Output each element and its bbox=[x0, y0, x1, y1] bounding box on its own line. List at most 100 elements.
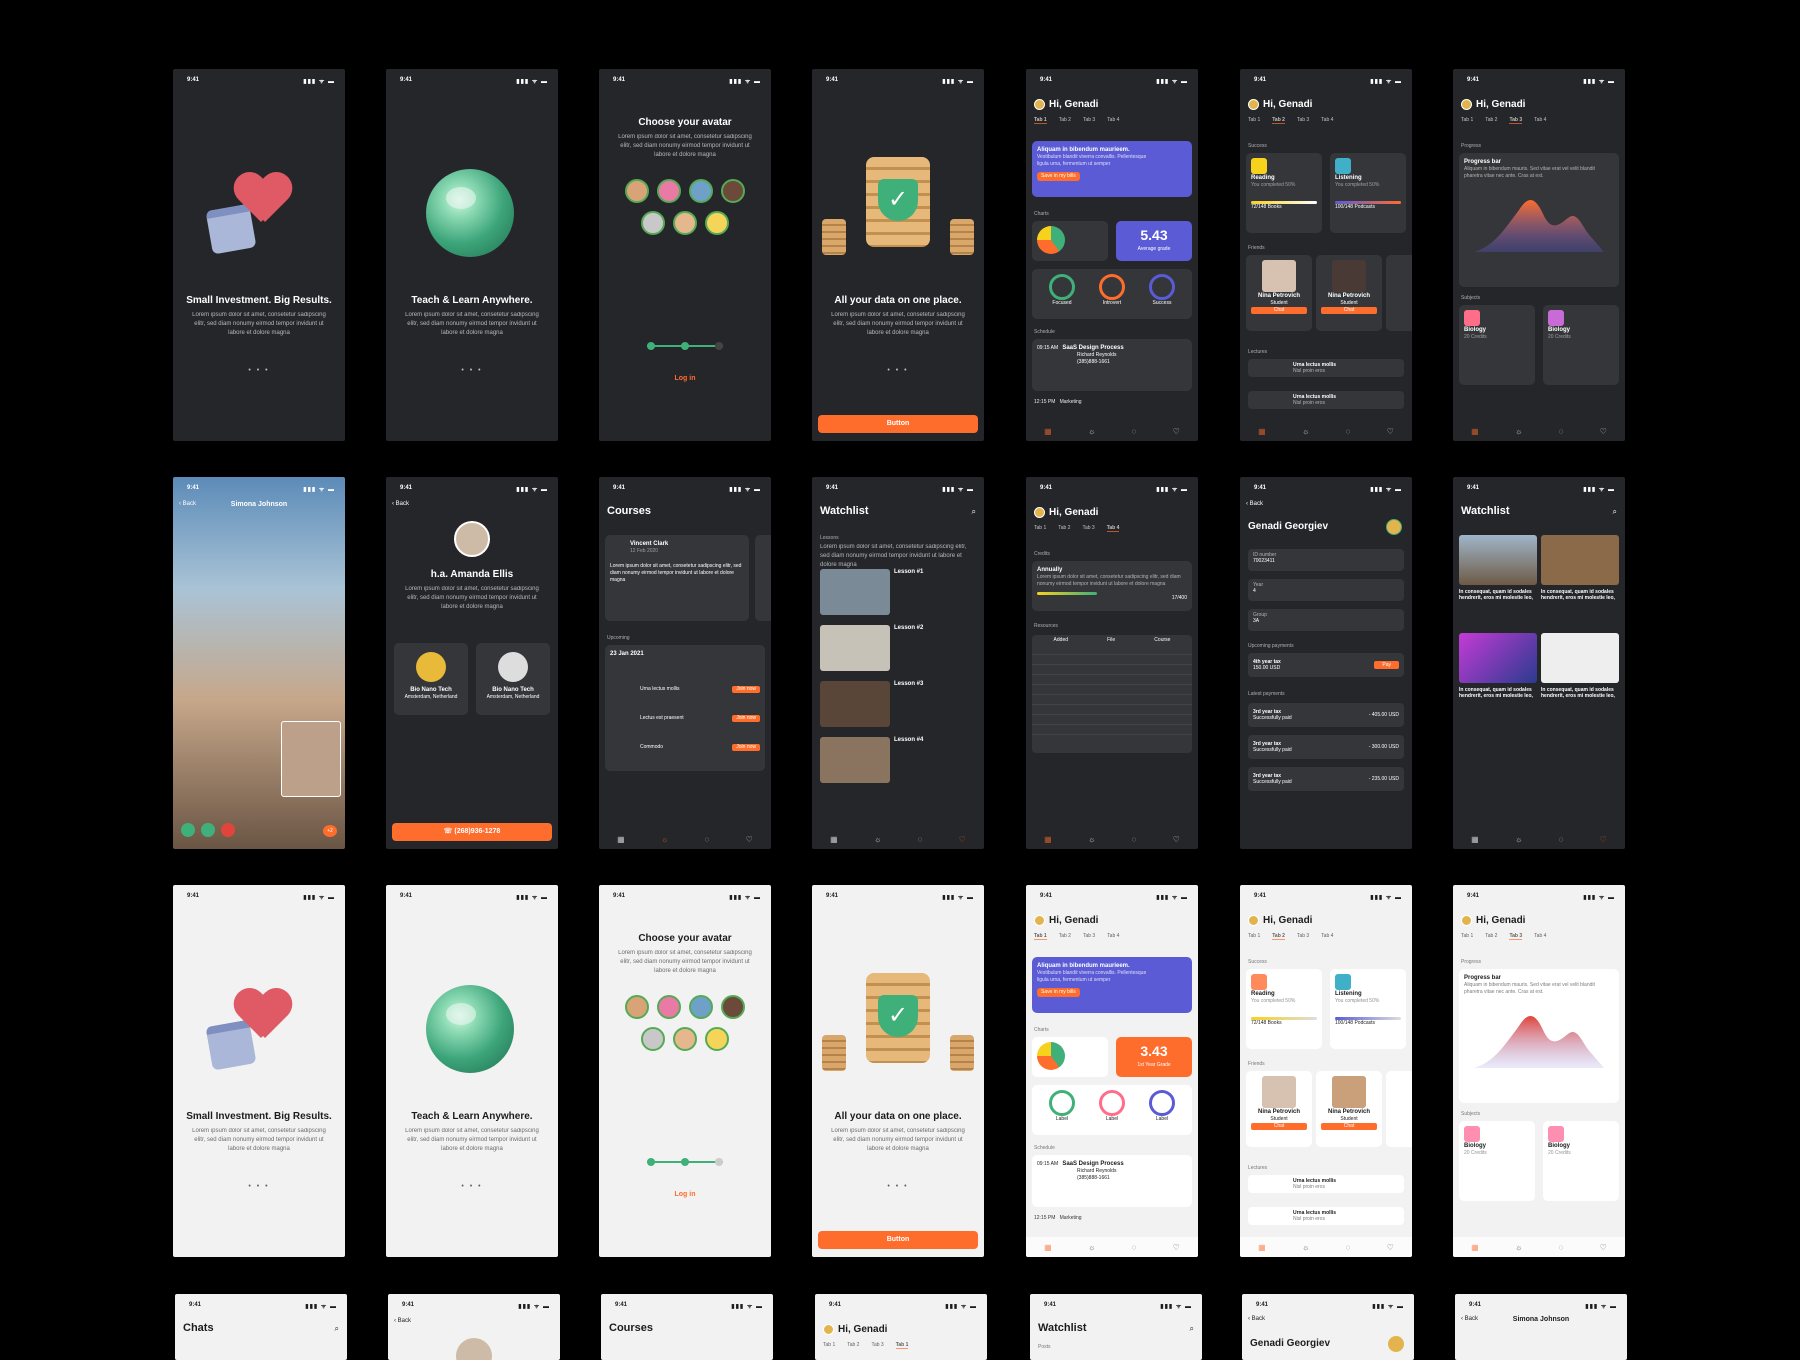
tab-4[interactable]: Tab 4 bbox=[1106, 525, 1120, 532]
avatar-option[interactable] bbox=[705, 1027, 729, 1051]
home-icon[interactable]: ▦ bbox=[617, 835, 625, 844]
tab-3[interactable]: Tab 3 bbox=[1082, 525, 1094, 532]
chat-icon[interactable]: ◌ bbox=[705, 835, 710, 844]
avatar-option[interactable] bbox=[673, 211, 697, 235]
search-icon[interactable]: ⌕ bbox=[1613, 507, 1617, 517]
chat-button[interactable]: Chat bbox=[1321, 1123, 1377, 1131]
payment-row[interactable]: 3rd year tax Successfully paid - 300.00 US… bbox=[1248, 735, 1404, 759]
tab-1[interactable]: Tab 1 bbox=[823, 1342, 835, 1349]
chat-button[interactable]: Chat bbox=[1321, 307, 1377, 315]
tab-3[interactable]: Tab 3 bbox=[1083, 117, 1095, 124]
avatar-option[interactable] bbox=[625, 995, 649, 1019]
bulb-icon[interactable]: ☼ bbox=[1302, 427, 1309, 436]
tab-3[interactable]: Tab 3 bbox=[1297, 117, 1309, 124]
bulb-icon[interactable]: ☼ bbox=[661, 835, 668, 844]
tab-1[interactable]: Tab 1 bbox=[895, 1342, 909, 1349]
avatar-option[interactable] bbox=[721, 995, 745, 1019]
tab-1[interactable]: Tab 1 bbox=[1034, 117, 1047, 124]
tab-3[interactable]: Tab 3 bbox=[1509, 933, 1523, 940]
tab-2[interactable]: Tab 2 bbox=[1059, 933, 1071, 940]
lesson-thumbnail[interactable] bbox=[820, 737, 890, 783]
bulb-icon[interactable]: ☼ bbox=[1088, 1243, 1095, 1252]
heart-outline-icon[interactable]: ♡ bbox=[1600, 427, 1607, 436]
avatar[interactable] bbox=[1034, 915, 1045, 926]
back-button[interactable]: ‹ Back bbox=[394, 1318, 411, 1324]
back-button[interactable]: ‹ Back bbox=[1248, 1316, 1265, 1322]
payment-row[interactable]: 3rd year tax Successfully paid - 235.00 US… bbox=[1248, 767, 1404, 791]
award-card[interactable]: Bio Nano Tech Amsterdam, Netherland bbox=[476, 643, 550, 715]
promo-button[interactable]: Save in my bills bbox=[1037, 988, 1080, 998]
avatar-option[interactable] bbox=[673, 1027, 697, 1051]
bulb-icon[interactable]: ☼ bbox=[1515, 1243, 1522, 1252]
friend-card[interactable]: Nina Petrovich Student Chat bbox=[1246, 255, 1312, 331]
course-card[interactable]: Vincent Clark 12 Feb 2020 Lorem ipsum dolo… bbox=[605, 535, 749, 621]
chat-button[interactable]: Chat bbox=[1251, 1123, 1307, 1131]
avatar-option[interactable] bbox=[625, 179, 649, 203]
tab-1[interactable]: Tab 1 bbox=[1248, 117, 1260, 124]
chat-icon[interactable]: ◌ bbox=[1346, 427, 1351, 436]
chat-icon[interactable]: ◌ bbox=[1132, 1243, 1137, 1252]
hangup-icon[interactable] bbox=[221, 823, 235, 837]
chat-icon[interactable]: ◌ bbox=[1559, 427, 1564, 436]
back-button[interactable]: ‹ Back bbox=[392, 501, 409, 507]
avatar[interactable] bbox=[1461, 915, 1472, 926]
pay-button[interactable]: Pay bbox=[1374, 661, 1399, 669]
tab-4[interactable]: Tab 4 bbox=[1321, 933, 1333, 940]
heart-outline-icon[interactable]: ♡ bbox=[746, 835, 753, 844]
avatar-option[interactable] bbox=[641, 211, 665, 235]
course-card[interactable] bbox=[755, 535, 771, 621]
heart-outline-icon[interactable]: ♡ bbox=[1600, 835, 1607, 844]
page-dots[interactable]: • • • bbox=[812, 1183, 984, 1190]
home-icon[interactable]: ▦ bbox=[1044, 427, 1052, 436]
avatar[interactable] bbox=[1386, 519, 1402, 535]
tab-1[interactable]: Tab 1 bbox=[1034, 525, 1046, 532]
tab-1[interactable]: Tab 1 bbox=[1248, 933, 1260, 940]
tab-4[interactable]: Tab 4 bbox=[1107, 933, 1119, 940]
avatar-option[interactable] bbox=[657, 179, 681, 203]
avatar[interactable] bbox=[823, 1324, 834, 1335]
login-link[interactable]: Log in bbox=[599, 1191, 771, 1198]
home-icon[interactable]: ▦ bbox=[830, 835, 838, 844]
participants-badge[interactable]: +2 bbox=[323, 825, 337, 837]
primary-button[interactable]: Button bbox=[818, 415, 978, 433]
heart-outline-icon[interactable]: ♡ bbox=[1173, 835, 1180, 844]
bulb-icon[interactable]: ☼ bbox=[1515, 427, 1522, 436]
tab-2[interactable]: Tab 2 bbox=[1272, 117, 1285, 124]
tab-4[interactable]: Tab 4 bbox=[1534, 117, 1546, 124]
watch-tile[interactable] bbox=[1541, 633, 1619, 683]
lesson-thumbnail[interactable] bbox=[820, 681, 890, 727]
lecture-row[interactable]: Urna lectus mollis Nisl proin eros bbox=[1248, 1175, 1404, 1193]
tab-1[interactable]: Tab 1 bbox=[1461, 117, 1473, 124]
lesson-thumbnail[interactable] bbox=[820, 569, 890, 615]
reading-card[interactable]: Reading You completed 50% 72/148 Books bbox=[1246, 969, 1322, 1049]
chat-icon[interactable]: ◌ bbox=[1346, 1243, 1351, 1252]
join-button[interactable]: Join now bbox=[732, 715, 760, 723]
search-icon[interactable]: ⌕ bbox=[1190, 1324, 1194, 1334]
avatar-option[interactable] bbox=[721, 179, 745, 203]
chat-icon[interactable]: ◌ bbox=[1559, 1243, 1564, 1252]
avatar-option[interactable] bbox=[705, 211, 729, 235]
tab-3[interactable]: Tab 3 bbox=[1083, 933, 1095, 940]
heart-outline-icon[interactable]: ♡ bbox=[1173, 1243, 1180, 1252]
friend-card[interactable] bbox=[1386, 255, 1412, 331]
tab-2[interactable]: Tab 2 bbox=[1485, 117, 1497, 124]
friend-card[interactable] bbox=[1386, 1071, 1412, 1147]
page-dots[interactable]: • • • bbox=[173, 1183, 345, 1190]
tab-1[interactable]: Tab 1 bbox=[1461, 933, 1473, 940]
home-icon[interactable]: ▦ bbox=[1258, 427, 1266, 436]
bulb-icon[interactable]: ☼ bbox=[1088, 427, 1095, 436]
payment-row[interactable]: 3rd year tax Successfully paid - 405.00 US… bbox=[1248, 703, 1404, 727]
avatar[interactable] bbox=[1034, 507, 1045, 518]
bulb-icon[interactable]: ☼ bbox=[1302, 1243, 1309, 1252]
page-dots[interactable]: • • • bbox=[812, 367, 984, 374]
tab-2[interactable]: Tab 2 bbox=[1059, 117, 1071, 124]
subject-card[interactable]: Biology 20 Credits bbox=[1543, 1121, 1619, 1201]
friend-card[interactable]: Nina Petrovich Student Chat bbox=[1316, 255, 1382, 331]
join-button[interactable]: Join now bbox=[732, 686, 760, 694]
avatar[interactable] bbox=[1388, 1336, 1404, 1352]
tab-4[interactable]: Tab 4 bbox=[1534, 933, 1546, 940]
schedule-card[interactable]: 09:15 AM SaaS Design Process Richard Reyn… bbox=[1032, 1155, 1192, 1207]
primary-button[interactable]: Button bbox=[818, 1231, 978, 1249]
chat-icon[interactable]: ◌ bbox=[1559, 835, 1564, 844]
heart-outline-icon[interactable]: ♡ bbox=[1173, 427, 1180, 436]
